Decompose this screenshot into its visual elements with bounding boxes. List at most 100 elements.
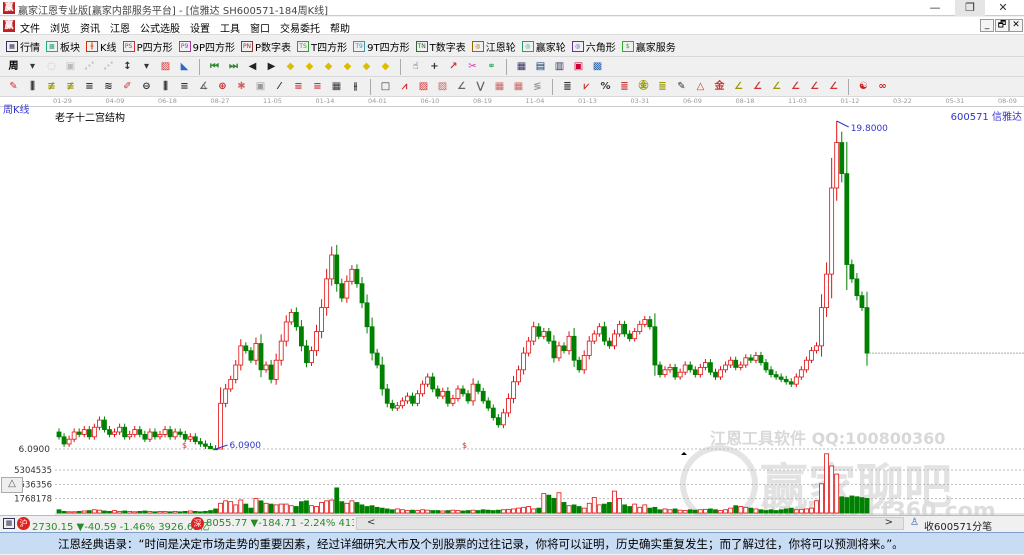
tri-icon[interactable]: △ [693,80,708,94]
zoom-out-icon[interactable]: ◆ [302,60,317,74]
toolbar-button[interactable]: ◎ 江恩轮 [471,39,516,54]
grid3-icon[interactable]: ▦ [492,80,507,94]
toolbar-button[interactable]: ◎ 六角形 [571,39,616,54]
tool-c-icon[interactable]: ⋰ [82,60,97,74]
wave-icon[interactable]: ⋁ [473,80,488,94]
calculator-icon[interactable]: ▤ [533,60,548,74]
line-icon[interactable]: ↗ [446,60,461,74]
rays-icon[interactable]: ⩘ [397,80,412,94]
cut-icon[interactable]: ✂ [465,60,480,74]
toolbar-button[interactable]: P9 9P四方形 [178,39,235,54]
crosshair-icon[interactable]: ↕ [120,60,135,74]
menu-item[interactable]: 帮助 [330,20,350,35]
chart-area[interactable]: 周K线 老子十二宫结构 600571 信雅达 江恩工具软件 QQ:1008003… [0,105,1024,524]
toolbar-button[interactable]: PS P四方形 [122,39,173,54]
fib3-icon[interactable]: ≡ [291,80,306,94]
angle6-icon[interactable]: ∠ [788,80,803,94]
menu-item[interactable]: 窗口 [250,20,270,35]
calendar-icon[interactable]: ▦ [514,60,529,74]
pct-lines-icon[interactable]: ≣ [617,80,632,94]
toolbar-button[interactable]: ◎ 赢家轮 [521,39,566,54]
tool-a-icon[interactable]: ◌ [44,60,59,74]
up-icon[interactable]: ◆ [359,60,374,74]
gold-circle-icon[interactable]: ㊎ [636,80,651,94]
flag-icon[interactable]: ◣ [177,60,192,74]
fib-icon[interactable]: ≡ [82,80,97,94]
zoom-in-icon[interactable]: ◆ [283,60,298,74]
horizontal-scrollbar[interactable]: < > [356,517,904,530]
mdi-close-button[interactable]: ✕ [1009,19,1023,32]
export-icon[interactable]: ▩ [590,60,605,74]
yinyang-icon[interactable]: ☯ [856,80,871,94]
arc-icon[interactable]: ≋ [101,80,116,94]
mdi-minimize-button[interactable]: _ [980,19,994,32]
mdi-restore-button[interactable]: 🗗 [995,19,1009,32]
toolbar-button[interactable]: ╫ K线 [86,39,117,54]
link-icon[interactable]: ⚭ [484,60,499,74]
ratio-icon[interactable]: ⁄ [272,80,287,94]
grid2-icon[interactable]: ▦ [329,80,344,94]
expand-icon[interactable]: ◆ [340,60,355,74]
first-icon[interactable]: ⏮ [207,60,222,74]
pen2-icon[interactable]: ✐ [120,80,135,94]
menu-item[interactable]: 工具 [220,20,240,35]
collapse-button[interactable]: △ [1,477,23,493]
pen-icon[interactable]: ✎ [6,80,21,94]
maximize-button[interactable]: ❐ [955,0,985,16]
menu-item[interactable]: 公式选股 [140,20,180,35]
box3-icon[interactable]: ▨ [435,80,450,94]
target-icon[interactable]: ⊕ [215,80,230,94]
select-icon[interactable]: ▾ [139,60,154,74]
scroll-left-button[interactable]: < [367,517,375,528]
angle2-icon[interactable]: ∠ [454,80,469,94]
grid4-icon[interactable]: ▦ [511,80,526,94]
scroll-right-button[interactable]: > [885,517,893,528]
tick-detail-link[interactable]: 收600571分笔 [924,518,992,533]
toolbar-button[interactable]: TS T四方形 [297,39,347,54]
toolbar-button[interactable]: ▩ 板块 [46,39,80,54]
gann-fan-icon[interactable]: ⩗ [579,80,594,94]
last-icon[interactable]: ⏭ [226,60,241,74]
angle-icon[interactable]: ∡ [196,80,211,94]
infinity-icon[interactable]: ∞ [875,80,890,94]
menu-item[interactable]: 交易委托 [280,20,320,35]
circle-icon[interactable]: ⊖ [139,80,154,94]
toolbar-button[interactable]: PN P数字表 [241,39,291,54]
next-icon[interactable]: ▶ [264,60,279,74]
tool-b-icon[interactable]: ▣ [63,60,78,74]
prev-icon[interactable]: ◀ [245,60,260,74]
menu-item[interactable]: 资讯 [80,20,100,35]
toolbar-button[interactable]: TN T数字表 [415,39,466,54]
hatch-icon[interactable]: ⫼ [158,80,173,94]
document-icon[interactable]: ▥ [552,60,567,74]
box2-icon[interactable]: ▨ [416,80,431,94]
period-select-icon[interactable]: ▾ [25,60,40,74]
pen3-icon[interactable]: ✎ [674,80,689,94]
fib2-icon[interactable]: ≡ [177,80,192,94]
menu-item[interactable]: 江恩 [110,20,130,35]
toolbar-button[interactable]: T9 9T四方形 [353,39,410,54]
plus-icon[interactable]: + [427,60,442,74]
rect-icon[interactable]: □ [378,80,393,94]
minimize-button[interactable]: — [920,0,950,16]
fib4-icon[interactable]: ≡ [310,80,325,94]
lines-icon[interactable]: ⫼ [25,80,40,94]
calculator-icon[interactable]: ▦ [3,518,15,529]
channel-icon[interactable]: ⫲ [348,80,363,94]
close-button[interactable]: ✕ [988,0,1018,16]
fan-a-icon[interactable]: ≢ [44,80,59,94]
toolbar-button[interactable]: $ 赢家服务 [621,39,676,54]
fan-b-icon[interactable]: ≢ [63,80,78,94]
angle4-icon[interactable]: ∠ [750,80,765,94]
percent-icon[interactable]: % [598,80,613,94]
gann-lines-icon[interactable]: ≣ [560,80,575,94]
angle8-icon[interactable]: ∠ [826,80,841,94]
menu-item[interactable]: 浏览 [50,20,70,35]
menu-item[interactable]: 设置 [190,20,210,35]
lines2-icon[interactable]: ≶ [530,80,545,94]
shrink-icon[interactable]: ◆ [321,60,336,74]
star-icon[interactable]: ✱ [234,80,249,94]
angle5-icon[interactable]: ∠ [769,80,784,94]
gold2-icon[interactable]: 金 [712,80,727,94]
angle7-icon[interactable]: ∠ [807,80,822,94]
